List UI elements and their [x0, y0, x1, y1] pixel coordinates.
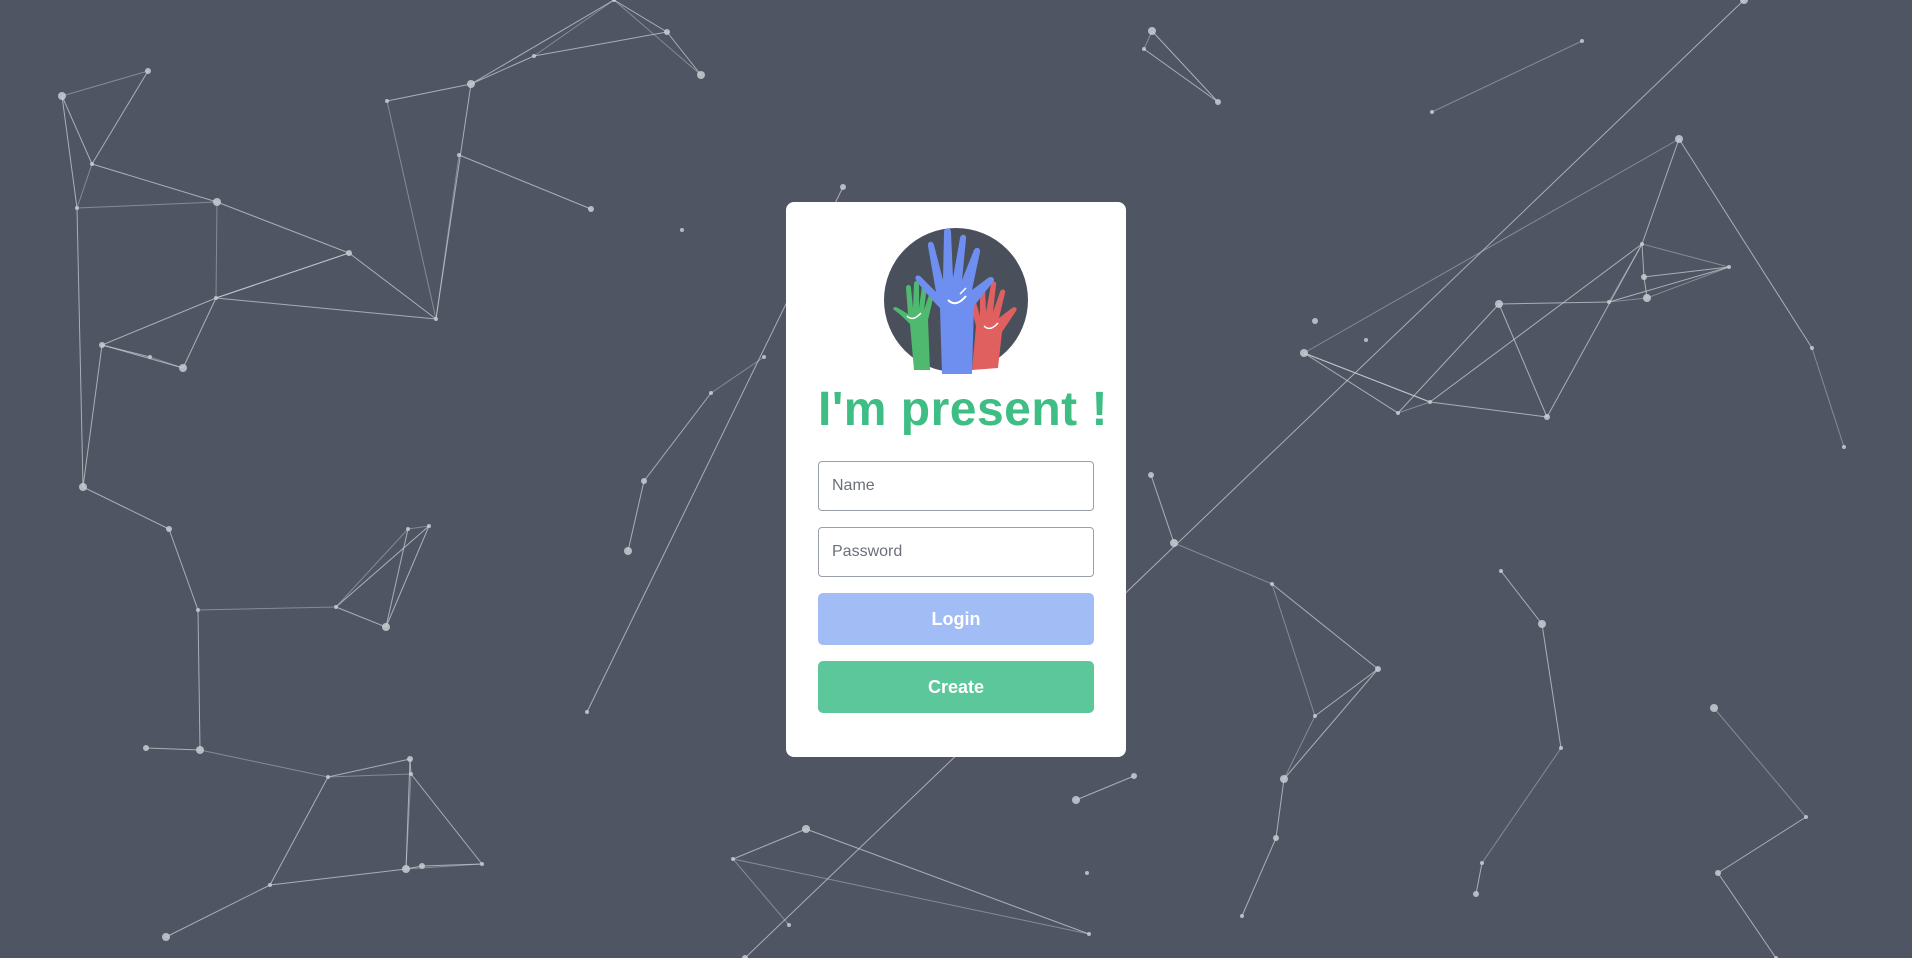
raised-hands-icon	[884, 228, 1028, 374]
login-button[interactable]: Login	[818, 593, 1094, 645]
login-card: I'm present ! Login Create	[786, 202, 1126, 757]
name-input[interactable]	[818, 461, 1094, 511]
password-input[interactable]	[818, 527, 1094, 577]
create-button[interactable]: Create	[818, 661, 1094, 713]
page-title: I'm present !	[818, 383, 1108, 436]
